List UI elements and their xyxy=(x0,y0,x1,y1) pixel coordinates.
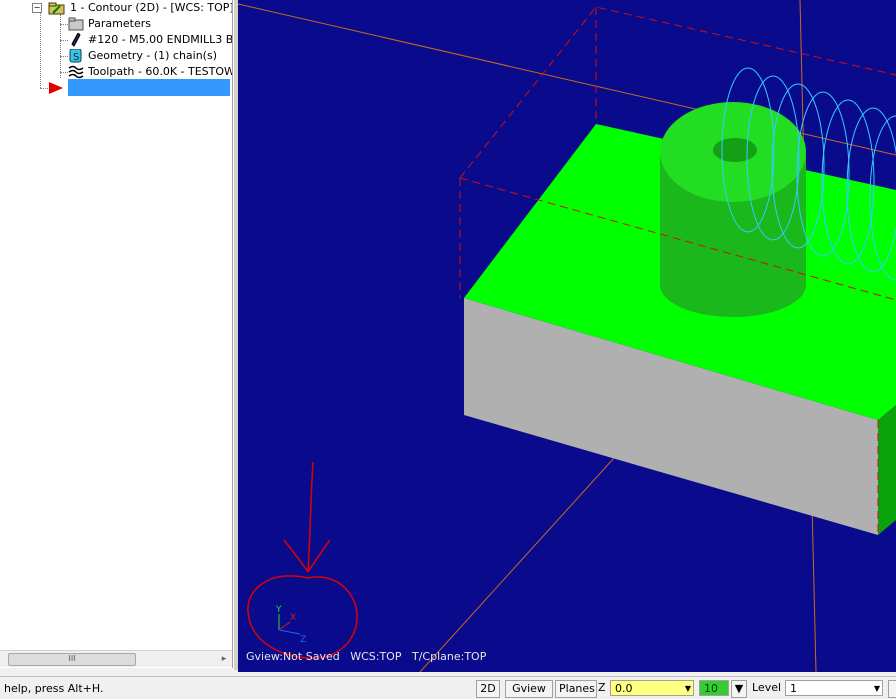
tool-icon xyxy=(68,32,84,47)
z-depth-field[interactable]: 0.0 ▼ xyxy=(610,680,694,696)
dropdown-arrow-icon[interactable]: ▼ xyxy=(685,681,691,697)
planes-button[interactable]: Planes xyxy=(555,680,597,698)
scene-canvas: Y X Z xyxy=(238,0,896,672)
tree-item-selected-empty[interactable] xyxy=(68,79,230,96)
tree-item-label: #120 - M5.00 ENDMILL3 BULL xyxy=(88,33,233,46)
tree-item-label: 1 - Contour (2D) - [WCS: TOP] - [ xyxy=(70,1,233,14)
tcplane-label: T/Cplane:TOP xyxy=(411,650,487,663)
2d-button[interactable]: 2D xyxy=(476,680,500,698)
boss-hole xyxy=(713,138,757,162)
color-value: 10 xyxy=(704,682,718,695)
gview-button[interactable]: Gview xyxy=(505,680,553,698)
operation-folder-icon xyxy=(48,1,65,15)
scrollbar-thumb[interactable]: III xyxy=(8,653,136,666)
tree-item-label: Parameters xyxy=(88,17,151,30)
operations-tree-panel: − 1 - Contour (2D) - [WCS: TOP] - [ Para… xyxy=(0,0,233,668)
status-bar-overflow[interactable] xyxy=(888,680,896,698)
view-status-text: Gview:Not Saved WCS:TOP T/Cplane:TOP xyxy=(246,650,486,663)
level-label: Level xyxy=(752,681,782,694)
color-dropdown-icon[interactable]: ▼ xyxy=(731,680,747,698)
tree-line xyxy=(60,56,68,57)
folder-icon xyxy=(68,17,84,31)
tree-item-label: Toolpath - 60.0K - TESTOWA xyxy=(88,65,233,78)
annotation-circle-arrow xyxy=(247,461,358,659)
tree-item-label: Geometry - (1) chain(s) xyxy=(88,49,217,62)
help-text: help, press Alt+H. xyxy=(4,682,104,695)
tree-line xyxy=(60,40,68,41)
graphics-viewport[interactable]: Y X Z Gview:Not Saved WCS:TOP T/Cplane:T… xyxy=(238,0,896,672)
geometry-icon: S xyxy=(68,48,84,63)
svg-text:S: S xyxy=(73,52,79,63)
status-bar: help, press Alt+H. 2D Gview Planes Z 0.0… xyxy=(0,676,896,699)
tree-line xyxy=(60,72,68,73)
level-value: 1 xyxy=(790,682,797,695)
z-label: Z xyxy=(598,681,606,694)
horizontal-scrollbar[interactable]: III ▸ xyxy=(0,650,232,667)
gview-label: Gview:Not Saved xyxy=(246,650,340,663)
z-depth-value: 0.0 xyxy=(615,682,633,695)
axis-y-label: Y xyxy=(275,605,282,615)
axis-triad-icon: Y X Z xyxy=(275,605,306,645)
insert-arrow-icon[interactable] xyxy=(48,81,64,98)
wcs-label: WCS:TOP xyxy=(350,650,402,663)
color-field[interactable]: 10 xyxy=(699,680,729,696)
toolpath-icon xyxy=(68,65,84,79)
axis-z-label: Z xyxy=(300,635,306,645)
stock-right-face xyxy=(878,405,896,535)
tree-line xyxy=(40,8,41,88)
level-field[interactable]: 1 ▼ xyxy=(785,680,883,696)
axis-x-label: X xyxy=(290,613,296,623)
dropdown-arrow-icon[interactable]: ▼ xyxy=(874,681,880,697)
collapse-icon[interactable]: − xyxy=(32,3,42,13)
tree-line xyxy=(60,24,68,25)
scroll-right-icon[interactable]: ▸ xyxy=(216,651,232,667)
